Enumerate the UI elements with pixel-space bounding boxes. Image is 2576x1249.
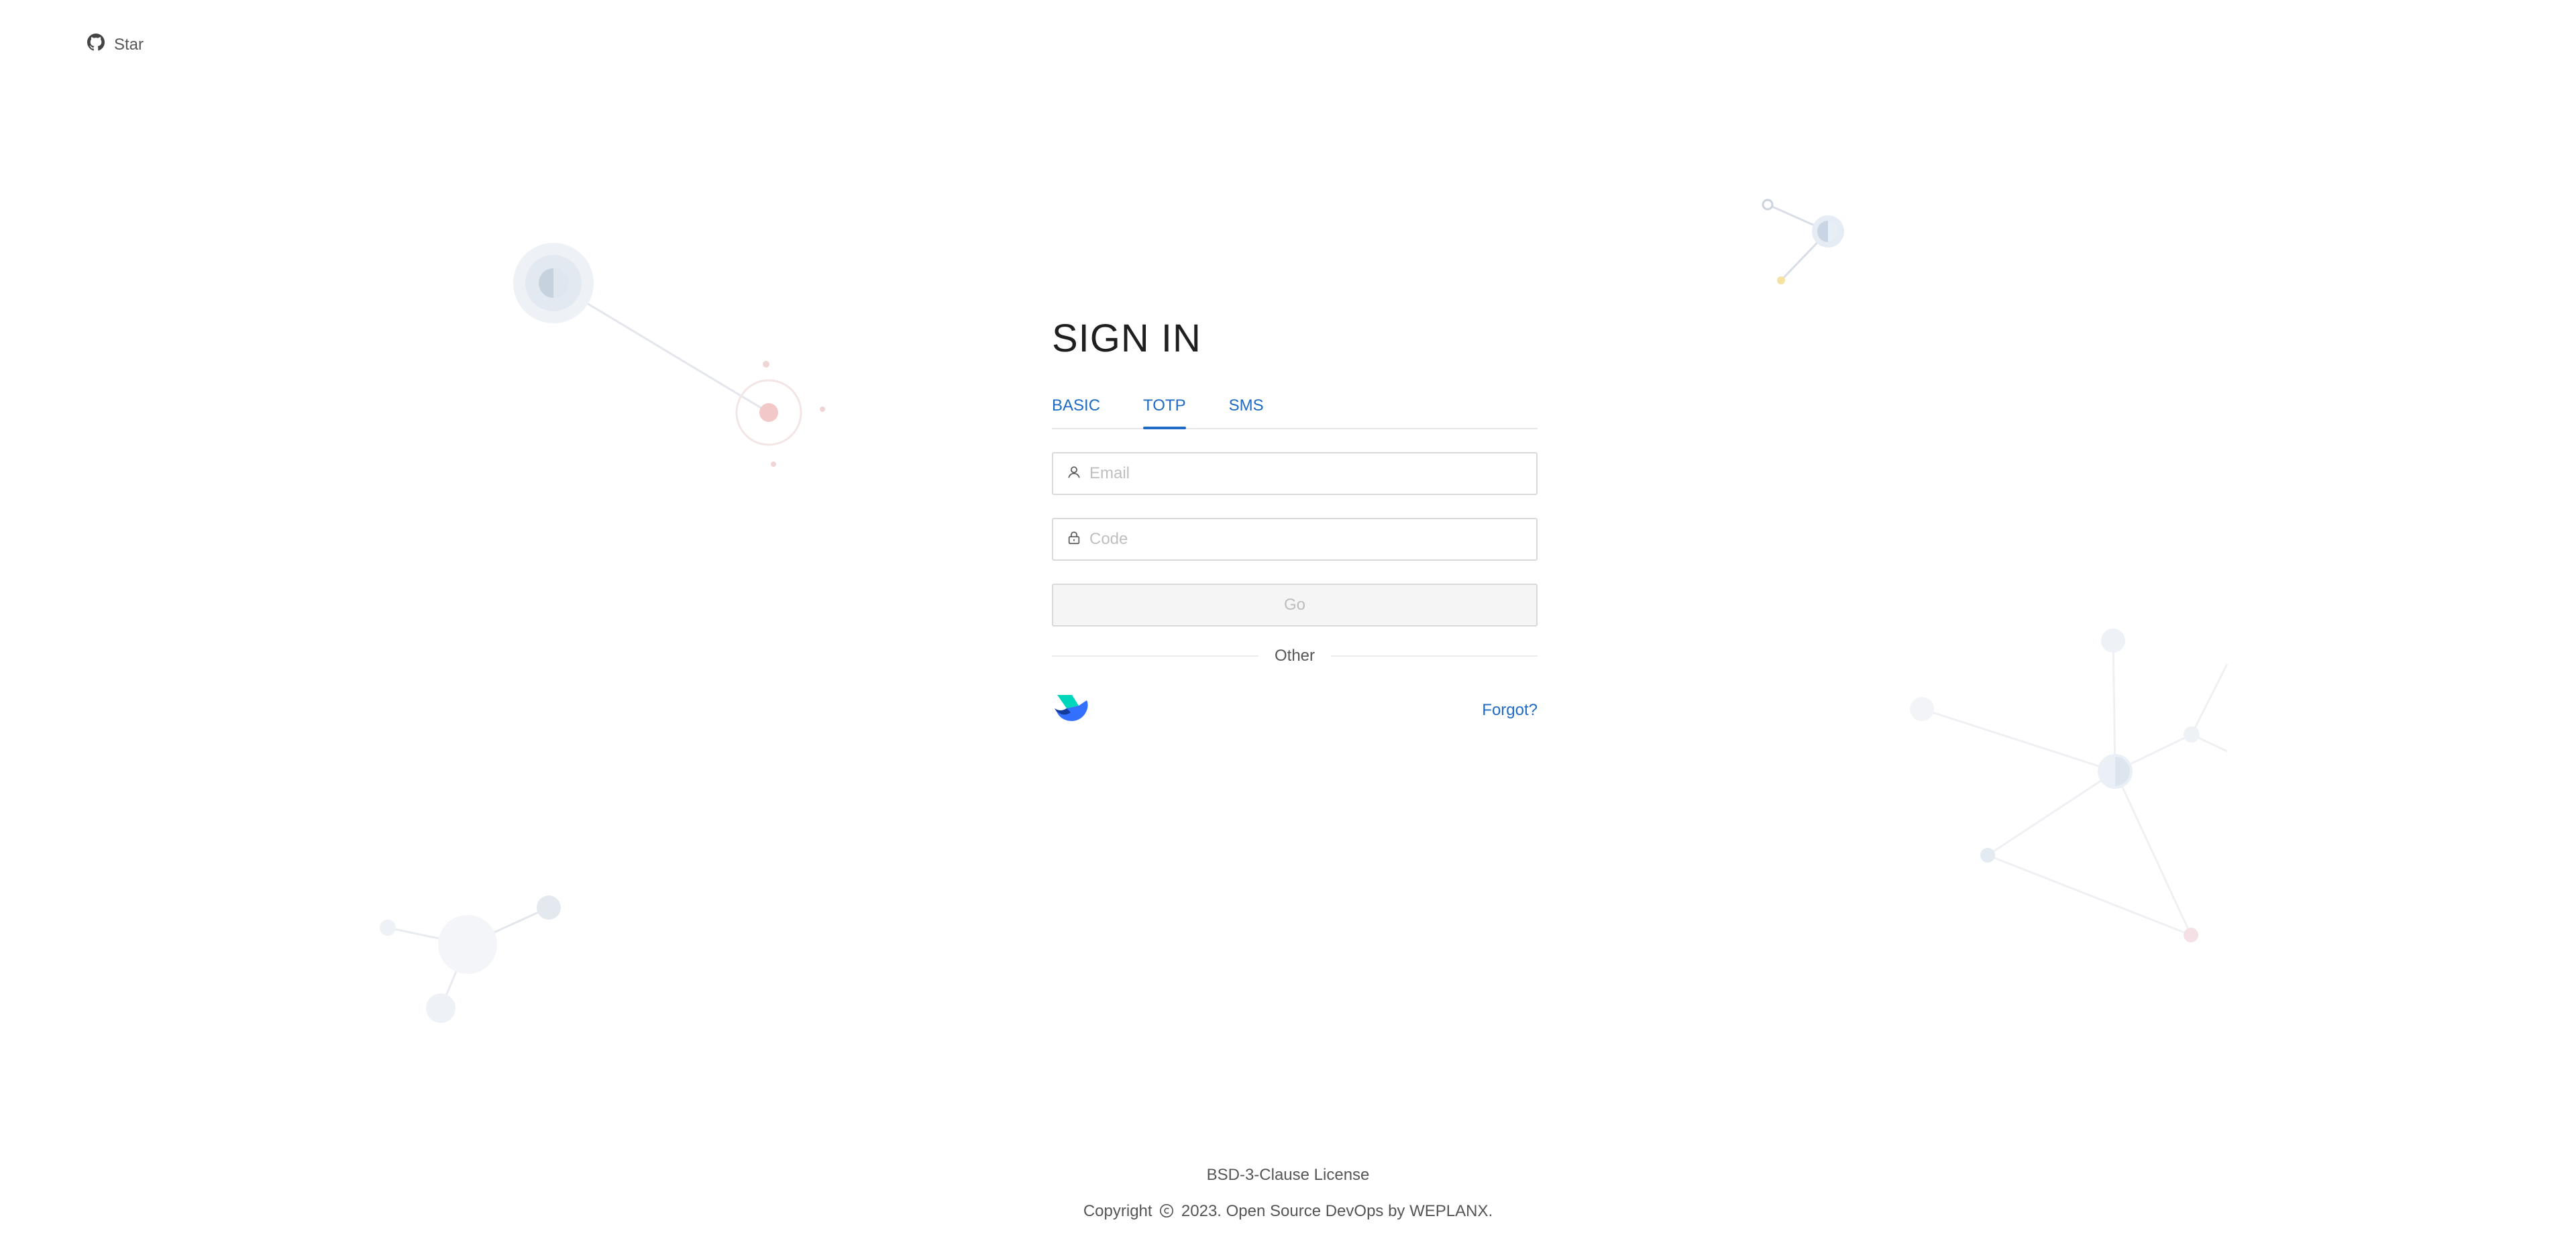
email-input[interactable] (1088, 464, 1523, 484)
copyright-prefix: Copyright (1083, 1202, 1152, 1220)
decoration-bottom-right (1910, 629, 2229, 942)
tab-basic[interactable]: BASIC (1052, 392, 1100, 427)
tab-totp[interactable]: TOTP (1143, 392, 1186, 429)
page-title: SIGN IN (1052, 317, 1201, 360)
footer-copyright: Copyright 2023. Open Source DevOps by WE… (0, 1202, 2576, 1221)
code-input[interactable] (1088, 529, 1523, 549)
sso-row: Forgot? (1052, 691, 1538, 729)
divider-label: Other (1274, 647, 1316, 665)
decoration-top-right (1762, 199, 1844, 284)
github-star-label: Star (114, 35, 144, 54)
github-star-link[interactable]: Star (87, 34, 144, 56)
email-field[interactable] (1052, 452, 1538, 495)
go-button[interactable]: Go (1052, 584, 1538, 627)
copyright-suffix: 2023. Open Source DevOps by WEPLANX. (1181, 1202, 1493, 1220)
other-divider: Other (1052, 647, 1538, 665)
tab-sms[interactable]: SMS (1229, 392, 1264, 427)
github-icon (87, 34, 105, 56)
login-tabs: BASIC TOTP SMS (1052, 392, 1538, 429)
footer-license: BSD-3-Clause License (1206, 1166, 1370, 1184)
code-field[interactable] (1052, 518, 1538, 561)
user-icon (1067, 465, 1081, 483)
decoration-bottom-left (380, 895, 561, 1023)
lock-icon (1067, 531, 1081, 549)
decoration-top-left (513, 243, 825, 467)
forgot-link[interactable]: Forgot? (1482, 701, 1538, 720)
feishu-logo-icon[interactable] (1052, 691, 1092, 729)
login-panel: SIGN IN BASIC TOTP SMS Go Other Forgot? (1052, 315, 1538, 729)
copyright-icon (1157, 1202, 1181, 1220)
